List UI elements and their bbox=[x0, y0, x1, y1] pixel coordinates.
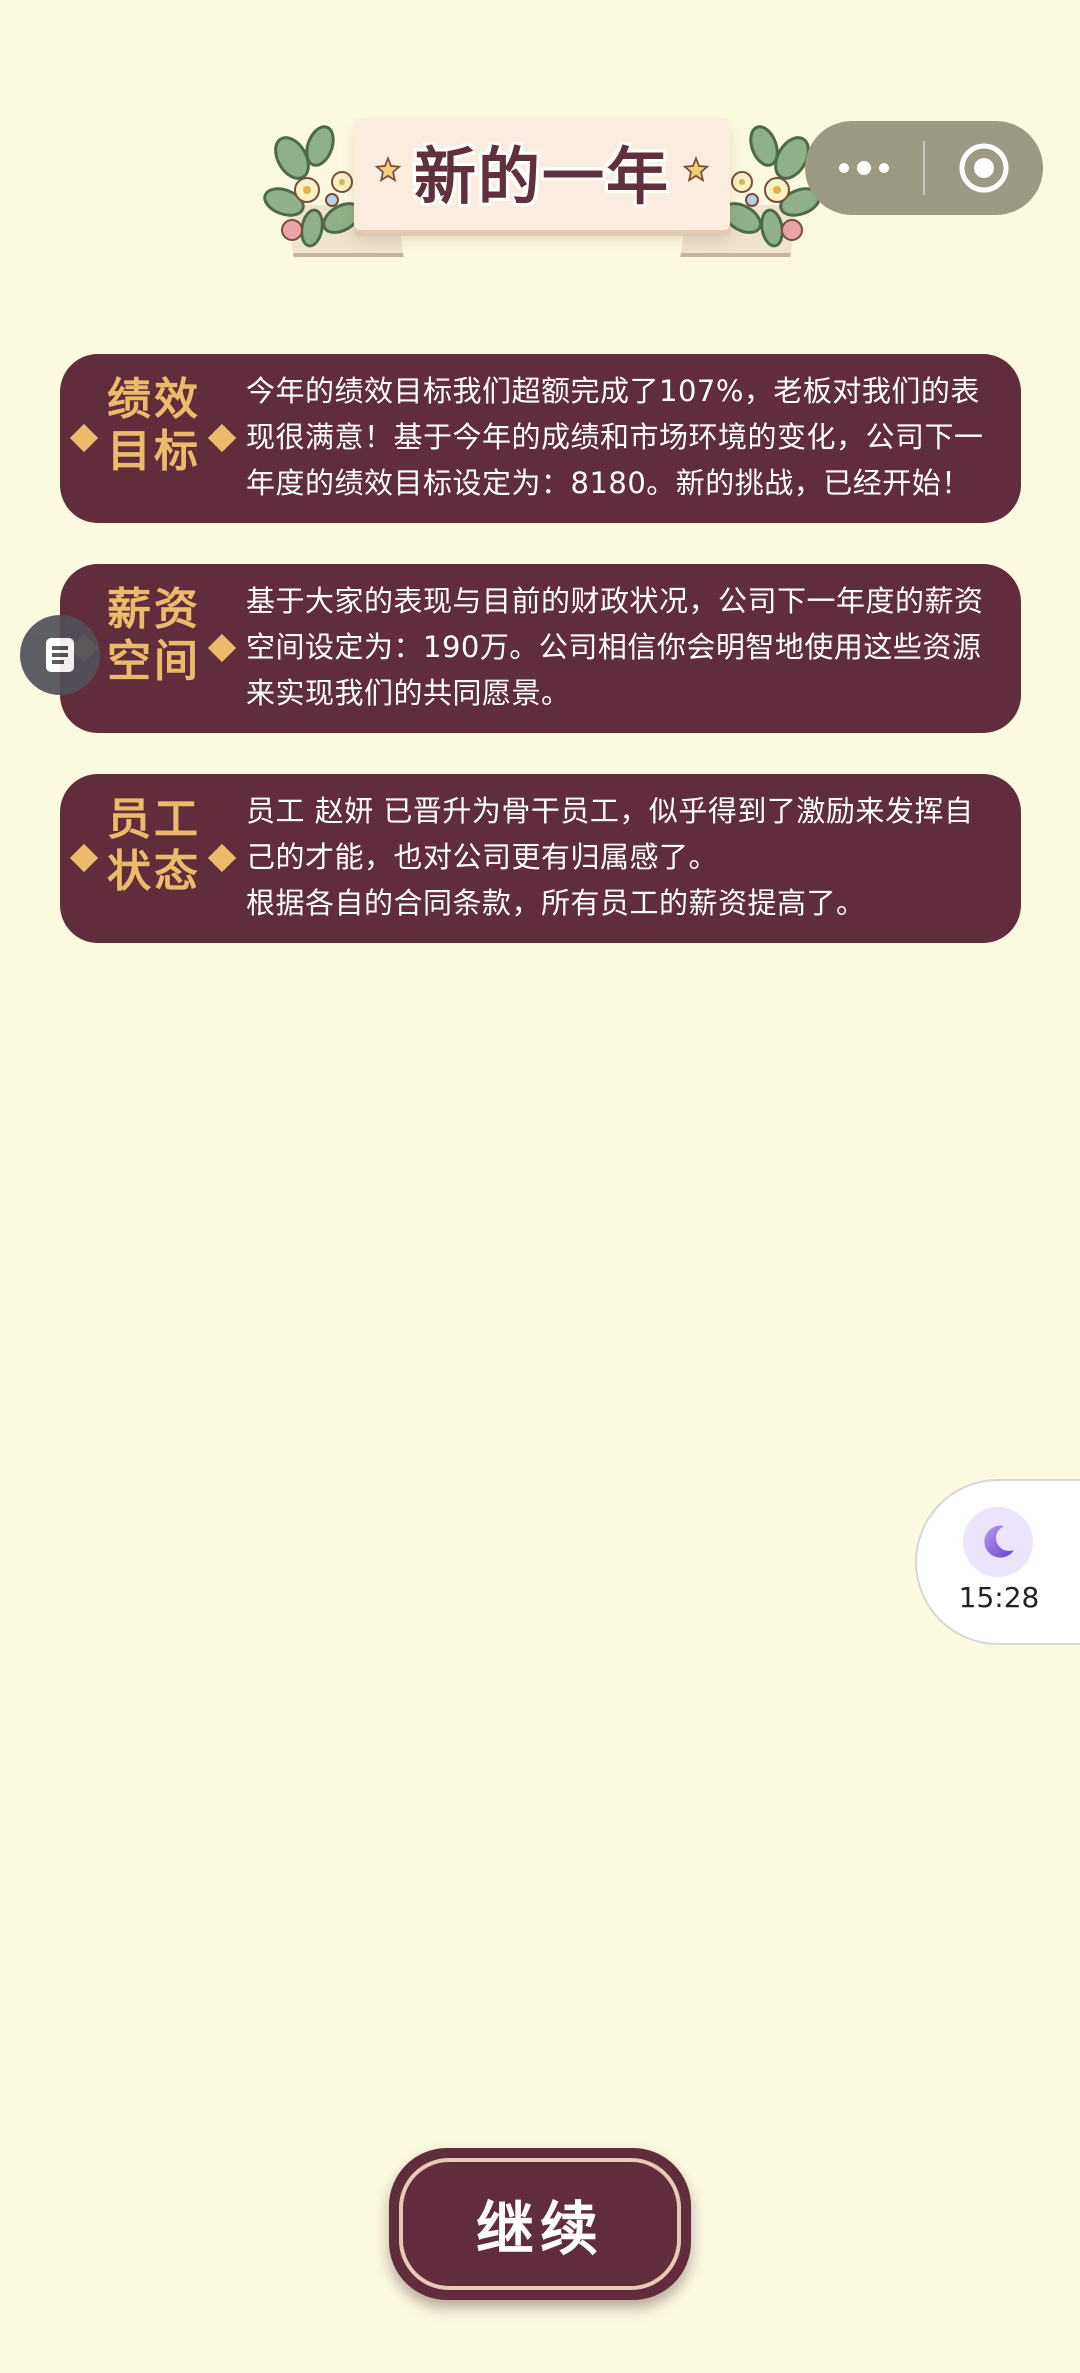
document-icon bbox=[46, 638, 74, 672]
moon-icon bbox=[963, 1507, 1033, 1577]
salary-budget-card: 薪资 空间 基于大家的表现与目前的财政状况，公司下一年度的薪资空间设定为：190… bbox=[60, 564, 1021, 733]
page-title: 新的一年 bbox=[413, 140, 670, 213]
miniprogram-capsule bbox=[805, 121, 1043, 215]
card-text: 今年的绩效目标我们超额完成了107%，老板对我们的表现很满意！基于今年的成绩和市… bbox=[246, 374, 984, 500]
diamond-icon bbox=[69, 423, 99, 453]
card-text: 基于大家的表现与目前的财政状况，公司下一年度的薪资空间设定为：190万。公司相信… bbox=[246, 584, 984, 710]
title-banner: 新的一年 bbox=[262, 100, 822, 280]
continue-label: 继续 bbox=[475, 2195, 604, 2263]
card-label: 薪资 空间 bbox=[107, 584, 201, 687]
diamond-icon bbox=[207, 423, 237, 453]
star-icon bbox=[682, 156, 710, 183]
card-label: 员工 状态 bbox=[107, 794, 201, 897]
performance-target-card: 绩效 目标 今年的绩效目标我们超额完成了107%，老板对我们的表现很满意！基于今… bbox=[60, 354, 1021, 523]
document-button[interactable] bbox=[20, 615, 100, 695]
diamond-icon bbox=[69, 843, 99, 873]
card-label: 绩效 目标 bbox=[107, 374, 201, 477]
time-label: 15:28 bbox=[958, 1581, 1040, 1614]
continue-button[interactable]: 继续 bbox=[389, 2148, 691, 2300]
diamond-icon bbox=[207, 843, 237, 873]
employee-status-card: 员工 状态 员工 赵妍 已晋升为骨干员工，似乎得到了激励来发挥自己的才能，也对公… bbox=[60, 774, 1021, 943]
diamond-icon bbox=[207, 633, 237, 663]
target-circle-icon[interactable] bbox=[925, 121, 1043, 215]
card-text: 员工 赵妍 已晋升为骨干员工，似乎得到了激励来发挥自己的才能，也对公司更有归属感… bbox=[246, 794, 974, 920]
time-widget[interactable]: 15:28 bbox=[915, 1479, 1080, 1645]
more-dots-icon[interactable] bbox=[805, 121, 923, 215]
banner-plate: 新的一年 bbox=[354, 118, 730, 230]
